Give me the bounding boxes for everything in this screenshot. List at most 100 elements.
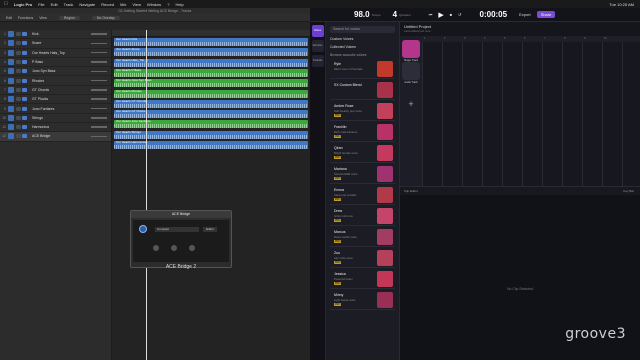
overlap-selector[interactable]: No Overlap [91, 15, 120, 20]
volume-slider[interactable] [91, 79, 107, 82]
mute-button[interactable] [16, 87, 21, 92]
loop-icon[interactable]: ↺ [458, 12, 461, 17]
track-name[interactable]: Rhodes [32, 79, 91, 83]
voice-card[interactable]: Emma Clear pop vocalist PRO [330, 185, 395, 205]
voice-card[interactable]: Amber Rose Soft breathy pop voice PRO [330, 101, 395, 121]
volume-slider[interactable] [91, 70, 107, 73]
rail-tutorials[interactable]: Tutorials [311, 55, 324, 67]
track-header[interactable]: 11 Harmonica [0, 123, 111, 133]
mute-button[interactable] [16, 69, 21, 74]
volume-slider[interactable] [91, 33, 107, 35]
export-button[interactable]: Export [519, 12, 531, 17]
voice-card[interactable]: Drew Gritty rock tone PRO [330, 206, 395, 226]
mute-icon[interactable] [171, 245, 177, 251]
playhead[interactable] [146, 30, 147, 360]
track-name[interactable]: GT Plucks [32, 97, 91, 101]
preset-selector[interactable]: Compact [155, 227, 199, 232]
menu-extra[interactable]: ? [167, 2, 169, 7]
audio-region[interactable]: Our Hearts Juno Fanfares [114, 120, 308, 129]
solo-button[interactable] [22, 69, 27, 74]
volume-slider[interactable] [91, 135, 107, 138]
collected-voices-header[interactable]: Collected Voices [330, 45, 395, 49]
audio-region[interactable]: Our Hearts Kick [114, 38, 308, 46]
add-track-icon[interactable]: + [405, 98, 417, 110]
menu-window[interactable]: Window [147, 2, 161, 7]
volume-slider[interactable] [91, 42, 107, 45]
editor-selector[interactable]: Editor [203, 227, 217, 232]
track-name[interactable]: Juno Fanfares [32, 107, 91, 111]
view-menu[interactable]: View [39, 16, 47, 20]
track-name[interactable]: Strings [32, 116, 91, 120]
audio-region[interactable]: Our Hearts Strings [114, 130, 308, 139]
share-button[interactable]: Share [536, 11, 556, 18]
menu-mix[interactable]: Mix [120, 2, 126, 7]
time-signature-value[interactable]: 4 [393, 10, 397, 19]
voice-card[interactable]: Marcus Deep soulful voice PRO [330, 227, 395, 247]
mute-button[interactable] [16, 97, 21, 102]
menu-help[interactable]: Help [175, 2, 183, 7]
solo-button[interactable] [22, 41, 27, 46]
solo-button[interactable] [22, 106, 27, 111]
track-header[interactable]: 1 Kick [0, 30, 111, 40]
track-name[interactable]: Juno Syn Bass [32, 69, 91, 73]
audio-region[interactable]: Our Hearts P Bass [114, 68, 308, 77]
track-name[interactable]: Our Hearts Hats_Top [32, 51, 91, 55]
track-name[interactable]: GT Chords [32, 88, 91, 92]
clip-editor-options[interactable]: Key Bar [623, 187, 634, 195]
audio-region[interactable]: Our Hearts Juno Syn Bass [114, 79, 308, 88]
voice-card[interactable]: Zuu Airy indie voice PRO [330, 248, 395, 268]
timeline-ruler[interactable] [112, 30, 310, 37]
stop-icon[interactable]: ■ [450, 12, 452, 17]
tempo-value[interactable]: 98.0 [354, 10, 370, 19]
volume-slider[interactable] [91, 61, 107, 63]
audio-region[interactable]: Our Hearts Harmonica [114, 141, 308, 149]
ace-ruler[interactable]: 1 2 3 4 5 6 7 8 9 10 [422, 36, 640, 42]
singer-track[interactable]: Singer Track [402, 40, 420, 62]
track-name[interactable]: Kick [32, 32, 91, 36]
solo-button[interactable] [22, 60, 27, 65]
arrange-area[interactable]: Our Hearts Kick Our Hearts Snare Our Heart… [112, 30, 310, 360]
custom-voices-header[interactable]: Custom Voices [330, 37, 395, 41]
mute-button[interactable] [16, 106, 21, 111]
menu-view[interactable]: View [132, 2, 141, 7]
solo-button[interactable] [22, 97, 27, 102]
mute-button[interactable] [16, 50, 21, 55]
solo-button[interactable] [22, 115, 27, 120]
ace-track-grid[interactable] [422, 36, 640, 186]
browse-acoustic-voices[interactable]: Browse acoustic voices [330, 53, 395, 57]
track-header[interactable]: 9 Juno Fanfares [0, 104, 111, 114]
audio-region[interactable]: Our Hearts Hats_Top_8 [114, 58, 308, 67]
volume-slider[interactable] [91, 126, 107, 128]
solo-button[interactable] [22, 134, 27, 139]
rewind-icon[interactable]: ⏮ [429, 12, 433, 17]
play-icon[interactable]: ▶ [438, 11, 443, 19]
rail-voices[interactable]: Voices [311, 25, 324, 37]
voice-card[interactable]: Minny Light sweet voice PRO [330, 290, 395, 310]
menu-record[interactable]: Record [101, 2, 114, 7]
menu-app[interactable]: Logic Pro [14, 2, 32, 7]
mute-button[interactable] [16, 78, 21, 83]
voice-card[interactable]: SX Custom Blend [330, 80, 395, 100]
solo-button[interactable] [22, 125, 27, 130]
volume-slider[interactable] [91, 117, 107, 119]
volume-slider[interactable] [91, 51, 107, 54]
mute-button[interactable] [16, 41, 21, 46]
solo-button[interactable] [22, 50, 27, 55]
volume-slider[interactable] [91, 107, 107, 110]
menu-edit[interactable]: Edit [51, 2, 58, 7]
audio-region[interactable]: Our Hearts Snare [114, 48, 308, 57]
track-header[interactable]: 6 Rhodes [0, 76, 111, 86]
edit-menu[interactable]: Edit [6, 16, 12, 20]
track-name[interactable]: ACE Bridge [32, 134, 91, 138]
voice-card[interactable]: Franklin Rich male baritone PRO [330, 122, 395, 142]
track-header[interactable]: 3 Our Hearts Hats_Top [0, 49, 111, 58]
mute-button[interactable] [16, 32, 21, 37]
voice-card[interactable]: Ryle Warm tone in Premade [330, 59, 395, 79]
record-icon[interactable] [189, 245, 195, 251]
voice-card[interactable]: Qiran Bright female voice PRO [330, 143, 395, 163]
track-header[interactable]: 10 Strings [0, 114, 111, 123]
plugin-title[interactable]: ACE Bridge [131, 211, 231, 218]
audio-region[interactable]: Our Hearts GT Chords [114, 99, 308, 108]
solo-button[interactable] [22, 78, 27, 83]
voice-card[interactable]: Jessica Powerful belter PRO [330, 269, 395, 289]
